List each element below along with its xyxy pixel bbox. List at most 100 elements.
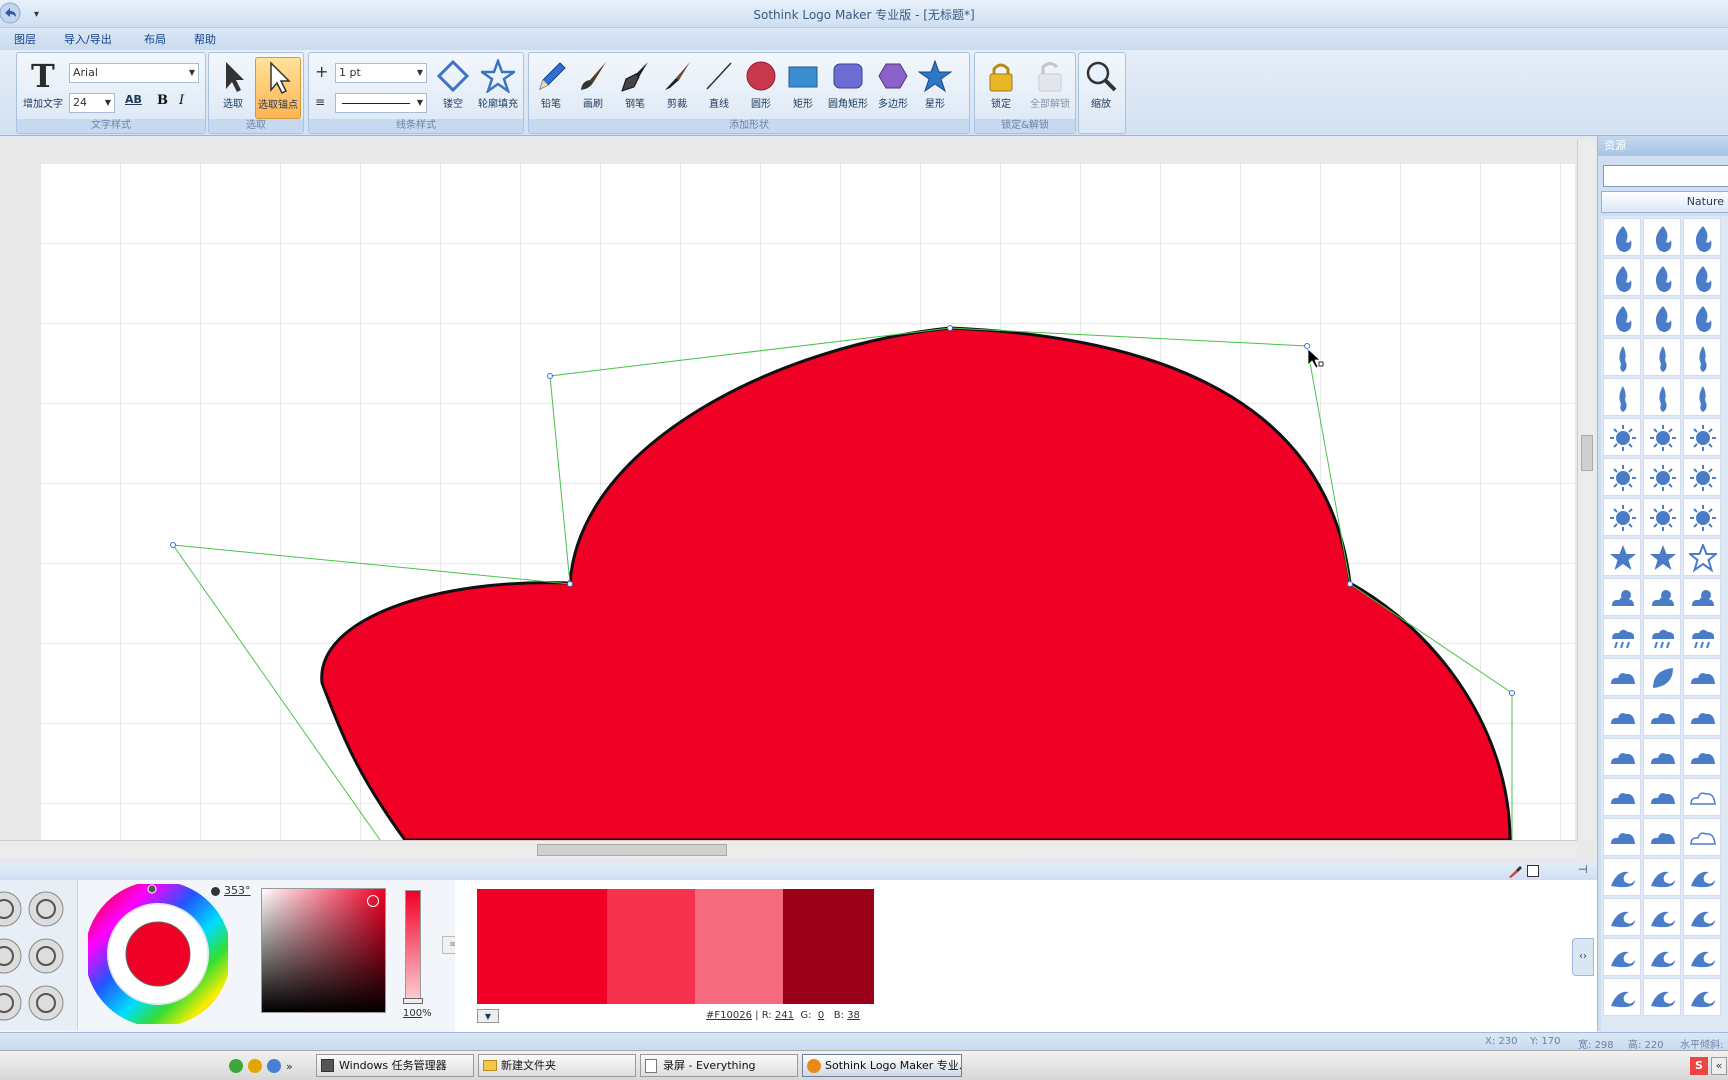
resource-sun-icon[interactable] — [1683, 498, 1721, 536]
resource-cloud-icon[interactable] — [1603, 658, 1641, 696]
opacity-value[interactable]: 100 — [403, 1008, 422, 1019]
resource-search-input[interactable] — [1603, 165, 1728, 187]
vertical-scroll-thumb[interactable] — [1581, 435, 1593, 471]
resource-cloud-icon[interactable] — [1643, 778, 1681, 816]
resource-wave-icon[interactable] — [1603, 978, 1641, 1016]
rounded-rectangle-button[interactable]: 圆角矩形 — [825, 57, 871, 119]
no-fill-swatch[interactable] — [1527, 865, 1539, 877]
menu-layers[interactable]: 图层 — [14, 31, 36, 47]
font-name-combo[interactable]: Arial ▼ — [69, 63, 199, 83]
circle-button[interactable]: 圆形 — [741, 57, 781, 119]
ime-icon[interactable]: S — [1690, 1057, 1708, 1075]
resource-star-outline-icon[interactable] — [1683, 538, 1721, 576]
resource-sun-icon[interactable] — [1643, 498, 1681, 536]
resource-wave-icon[interactable] — [1683, 898, 1721, 936]
task-everything[interactable]: 录屏 - Everything — [640, 1054, 798, 1077]
resource-wave-icon[interactable] — [1643, 938, 1681, 976]
swatch-lighter[interactable] — [695, 889, 783, 1004]
lock-button[interactable]: 锁定 — [981, 57, 1021, 119]
task-task-manager[interactable]: Windows 任务管理器 — [316, 1054, 474, 1077]
resource-wave-icon[interactable] — [1683, 858, 1721, 896]
resource-wave-icon[interactable] — [1683, 938, 1721, 976]
line-style-combo[interactable]: ▼ — [335, 93, 427, 113]
resource-fire-icon[interactable] — [1603, 218, 1641, 256]
resource-flame-icon[interactable] — [1643, 338, 1681, 376]
resource-cloud-icon[interactable] — [1643, 738, 1681, 776]
resource-weather-icon[interactable] — [1683, 578, 1721, 616]
resource-fire-icon[interactable] — [1683, 218, 1721, 256]
bold-button[interactable]: B — [157, 93, 175, 113]
resource-leaf-icon[interactable] — [1643, 658, 1681, 696]
resource-wave-icon[interactable] — [1643, 978, 1681, 1016]
fill-type-icons[interactable] — [0, 880, 78, 1030]
resource-wave-icon[interactable] — [1603, 858, 1641, 896]
saturation-brightness-picker[interactable] — [261, 888, 386, 1013]
resource-cloud-icon[interactable] — [1643, 698, 1681, 736]
swatch-dark[interactable] — [783, 889, 874, 1004]
select-button[interactable]: 选取 — [213, 57, 253, 119]
color-wheel-icon[interactable] — [85, 881, 231, 1027]
resource-weather-icon[interactable] — [1643, 578, 1681, 616]
resource-flame-icon[interactable] — [1603, 378, 1641, 416]
vertical-scrollbar[interactable] — [1577, 140, 1595, 840]
resource-sun-icon[interactable] — [1683, 418, 1721, 456]
resource-flame-icon[interactable] — [1683, 378, 1721, 416]
resource-star-icon[interactable] — [1603, 538, 1641, 576]
resource-fire-icon[interactable] — [1643, 298, 1681, 336]
horizontal-scroll-thumb[interactable] — [537, 844, 727, 856]
resource-cloud-icon[interactable] — [1603, 738, 1641, 776]
star-button[interactable]: 星形 — [915, 57, 955, 119]
opacity-slider-handle[interactable] — [403, 998, 423, 1004]
resource-wave-icon[interactable] — [1643, 898, 1681, 936]
collapse-panel-button[interactable]: ‹› — [1572, 938, 1594, 976]
zoom-button[interactable]: 缩放 — [1081, 57, 1121, 119]
italic-button[interactable]: I — [179, 93, 197, 113]
resource-star-icon[interactable] — [1643, 538, 1681, 576]
green-value[interactable]: 0 — [818, 1010, 824, 1021]
resource-fire-icon[interactable] — [1683, 298, 1721, 336]
task-logo-maker[interactable]: Sothink Logo Maker 专业... — [802, 1054, 962, 1077]
resource-category-select[interactable]: Nature — [1601, 191, 1728, 213]
resource-cloud-outline-icon[interactable] — [1683, 778, 1721, 816]
canvas-drawing[interactable] — [40, 163, 1575, 840]
swatch-dropdown-button[interactable]: ▼ — [477, 1009, 499, 1023]
resource-sun-icon[interactable] — [1603, 418, 1641, 456]
resource-cloud-icon[interactable] — [1603, 778, 1641, 816]
resource-fire-icon[interactable] — [1643, 258, 1681, 296]
blue-value[interactable]: 38 — [847, 1010, 860, 1021]
eyedropper-icon[interactable] — [1507, 864, 1523, 878]
add-text-button[interactable]: T 增加文字 — [21, 57, 65, 119]
hue-value[interactable]: 353° — [224, 884, 251, 897]
resource-sun-icon[interactable] — [1643, 418, 1681, 456]
line-width-combo[interactable]: 1 pt ▼ — [335, 63, 427, 83]
swatch-light[interactable] — [607, 889, 695, 1004]
resource-cloud-icon[interactable] — [1683, 658, 1721, 696]
hue-wheel[interactable] — [85, 881, 231, 1027]
unlock-all-button[interactable]: 全部解锁 — [1027, 57, 1073, 119]
polygon-button[interactable]: 多边形 — [873, 57, 913, 119]
resource-fire-icon[interactable] — [1683, 258, 1721, 296]
horizontal-scrollbar[interactable] — [0, 840, 1577, 858]
outline-fill-button[interactable]: 轮廓填充 — [475, 57, 521, 119]
menu-help[interactable]: 帮助 — [194, 31, 216, 47]
resource-sun-icon[interactable] — [1603, 498, 1641, 536]
resource-rain-cloud-icon[interactable] — [1643, 618, 1681, 656]
resource-rain-cloud-icon[interactable] — [1603, 618, 1641, 656]
pin-icon[interactable]: ⊣ — [1578, 863, 1588, 876]
tray-quicklaunch-icons[interactable]: » — [228, 1057, 296, 1075]
spacing-button[interactable]: AB — [125, 93, 153, 113]
menu-layout[interactable]: 布局 — [144, 31, 166, 47]
resource-sun-icon[interactable] — [1683, 458, 1721, 496]
design-canvas[interactable] — [40, 163, 1575, 840]
hex-value[interactable]: #F10026 — [706, 1010, 752, 1021]
pen-button[interactable]: 钢笔 — [615, 57, 655, 119]
brush-button[interactable]: 画刷 — [573, 57, 613, 119]
select-anchor-button[interactable]: 选取锚点 — [255, 57, 301, 119]
resource-weather-icon[interactable] — [1603, 578, 1641, 616]
menu-import-export[interactable]: 导入/导出 — [64, 31, 112, 47]
picker-handle[interactable] — [367, 895, 379, 907]
rectangle-button[interactable]: 矩形 — [783, 57, 823, 119]
font-size-combo[interactable]: 24 ▼ — [69, 93, 115, 113]
resource-wave-icon[interactable] — [1603, 938, 1641, 976]
resource-wave-icon[interactable] — [1683, 978, 1721, 1016]
